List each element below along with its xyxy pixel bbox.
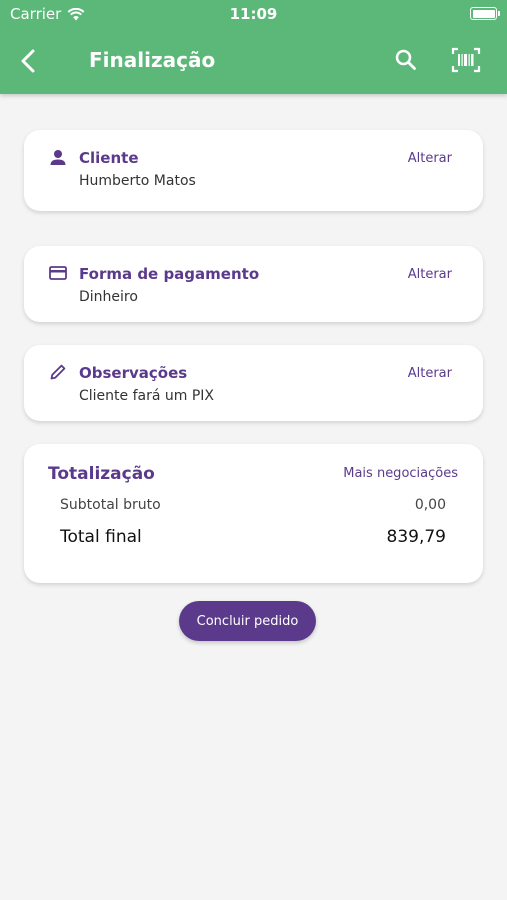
- observacoes-value: Cliente fará um PIX: [79, 388, 215, 404]
- credit-card-icon: [49, 266, 67, 280]
- subtotal-value: 0,00: [414, 497, 446, 513]
- concluir-pedido-button[interactable]: Concluir pedido: [179, 601, 316, 641]
- observacoes-card: Observações Cliente fará um PIX Alterar: [24, 345, 483, 421]
- cliente-card: Cliente Humberto Matos Alterar: [24, 130, 483, 211]
- app-header: Carrier 11:09 Finalização: [0, 0, 507, 94]
- chevron-left-icon: [21, 49, 35, 73]
- observacoes-title: Observações: [79, 364, 188, 382]
- pagamento-card: Forma de pagamento Dinheiro Alterar: [24, 246, 483, 322]
- person-icon: [50, 150, 66, 165]
- totalizacao-card: Totalização Mais negociações Subtotal br…: [24, 444, 483, 583]
- observacoes-alterar-link[interactable]: Alterar: [408, 366, 452, 381]
- cliente-value: Humberto Matos: [79, 173, 196, 189]
- total-final-value: 839,79: [386, 527, 446, 547]
- mais-negociacoes-link[interactable]: Mais negociações: [343, 466, 458, 481]
- search-icon: [395, 49, 416, 70]
- pencil-icon: [50, 364, 66, 380]
- back-button[interactable]: [14, 46, 44, 76]
- status-bar: Carrier 11:09: [0, 0, 507, 28]
- search-button[interactable]: [393, 47, 419, 73]
- total-final-label: Total final: [60, 527, 142, 547]
- barcode-scan-button[interactable]: [451, 46, 481, 74]
- pagamento-title: Forma de pagamento: [79, 265, 260, 283]
- cliente-alterar-link[interactable]: Alterar: [408, 151, 452, 166]
- pagamento-alterar-link[interactable]: Alterar: [408, 267, 452, 282]
- status-time: 11:09: [229, 5, 278, 23]
- battery-icon: [470, 7, 500, 20]
- nav-bar: Finalização: [0, 40, 507, 84]
- totalizacao-title: Totalização: [48, 464, 155, 484]
- subtotal-label: Subtotal bruto: [60, 497, 161, 513]
- cliente-title: Cliente: [79, 149, 139, 167]
- barcode-scanner-icon: [451, 47, 481, 73]
- page-title: Finalização: [89, 48, 216, 72]
- pagamento-value: Dinheiro: [79, 289, 138, 305]
